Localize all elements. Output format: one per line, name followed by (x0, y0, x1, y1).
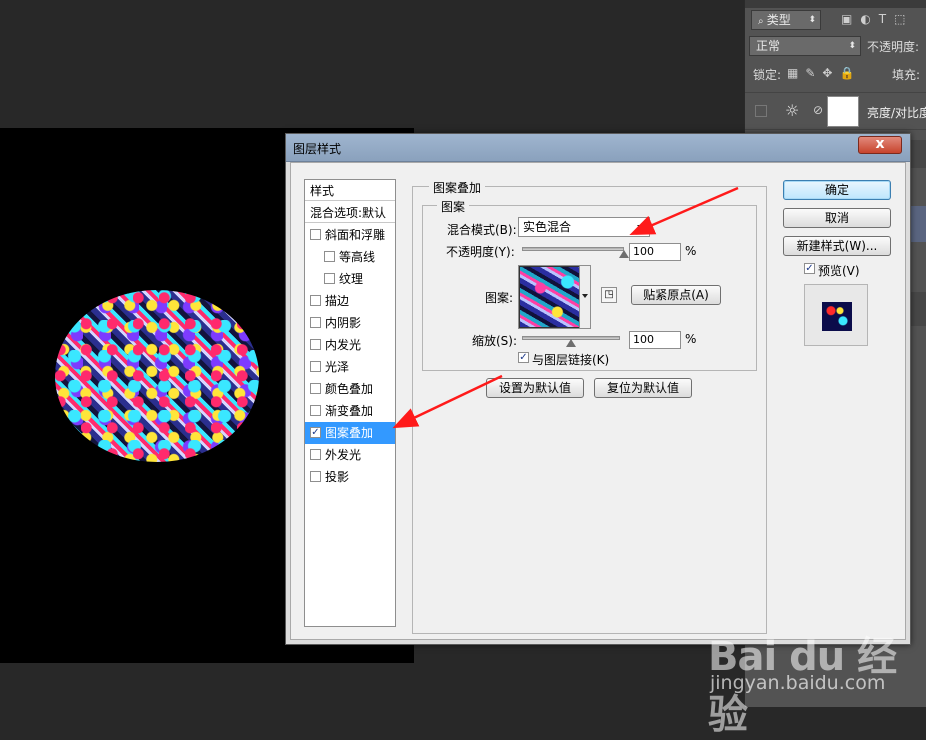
opacity-slider-thumb[interactable] (619, 250, 629, 259)
link-with-layer-label: 与图层链接(K) (532, 353, 610, 367)
style-preview (804, 284, 868, 346)
scale-slider-thumb[interactable] (566, 339, 576, 348)
opacity-input[interactable]: 100 (629, 243, 681, 261)
style-item-label: 光泽 (325, 360, 350, 374)
ok-button[interactable]: 确定 (783, 180, 891, 200)
style-item-label: 颜色叠加 (325, 382, 374, 396)
style-item-checkbox[interactable] (310, 295, 321, 306)
adjustment-sun-icon: ☼ (785, 101, 800, 120)
style-item-checkbox[interactable] (310, 405, 321, 416)
filter-icons[interactable]: ▣◐T⬚ (841, 12, 913, 26)
dialog-title: 图层样式 (293, 142, 342, 156)
preview-checkbox[interactable]: ✓ (804, 263, 815, 274)
link-with-layer-checkbox[interactable]: ✓ (518, 352, 529, 363)
style-preview-thumbnail (822, 302, 852, 331)
layer-row[interactable]: ☼ ⊘ 亮度/对比度 (745, 92, 926, 130)
style-item[interactable]: 内发光 (305, 334, 395, 356)
style-item[interactable]: 斜面和浮雕 (305, 224, 395, 246)
layer-style-dialog: 图层样式 x 样式 混合选项:默认 斜面和浮雕等高线纹理描边内阴影内发光光泽颜色… (285, 133, 911, 645)
snap-to-origin-button[interactable]: 贴紧原点(A) (631, 285, 721, 305)
dialog-body: 样式 混合选项:默认 斜面和浮雕等高线纹理描边内阴影内发光光泽颜色叠加渐变叠加 ✓… (290, 162, 906, 640)
style-item-checkbox[interactable] (324, 251, 335, 262)
scale-input[interactable]: 100 (629, 331, 681, 349)
opacity-label: 不透明度(Y): (446, 245, 515, 259)
visibility-toggle[interactable] (755, 105, 767, 117)
lock-icons[interactable]: ▦✎✥🔒 (787, 66, 861, 80)
style-item[interactable]: 光泽 (305, 356, 395, 378)
panel-tab-strip (745, 0, 926, 8)
subsection-title: 图案 (437, 198, 470, 215)
style-item-label: 纹理 (339, 272, 364, 286)
style-item[interactable]: 等高线 (305, 246, 395, 268)
blend-mode-label: 混合模式(B): (447, 223, 517, 237)
pattern-circle-shape (55, 290, 259, 462)
layer-name: 亮度/对比度 (867, 106, 926, 120)
style-item[interactable]: 内阴影 (305, 312, 395, 334)
close-icon: x (875, 136, 885, 152)
style-item-label: 描边 (325, 294, 350, 308)
style-item-checkbox[interactable] (310, 449, 321, 460)
lock-label: 锁定: (753, 68, 782, 82)
styles-list: 样式 混合选项:默认 斜面和浮雕等高线纹理描边内阴影内发光光泽颜色叠加渐变叠加 ✓… (304, 179, 396, 627)
style-item[interactable]: ✓ 图案叠加 (305, 422, 395, 444)
style-item-label: 内阴影 (325, 316, 362, 330)
chevron-down-icon: ⬍ (808, 15, 816, 25)
blend-options-item[interactable]: 混合选项:默认 (305, 202, 395, 223)
style-item-label: 斜面和浮雕 (325, 228, 386, 242)
style-item[interactable]: 渐变叠加 (305, 400, 395, 422)
blend-mode-select[interactable]: 正常 ⬍ (749, 36, 861, 56)
style-item-checkbox[interactable]: ✓ (310, 427, 321, 438)
layer-filter-select[interactable]: ⌕ 类型 ⬍ (751, 10, 821, 30)
cancel-button[interactable]: 取消 (783, 208, 891, 228)
checkmark-icon: ✓ (805, 263, 814, 274)
style-item-checkbox[interactable] (310, 361, 321, 372)
chevron-down-icon (637, 225, 645, 230)
layer-mask-thumbnail[interactable] (827, 96, 859, 127)
section-title: 图案叠加 (429, 179, 486, 196)
pattern-dropdown-toggle[interactable] (579, 265, 591, 329)
fill-label: 填充: (892, 68, 921, 82)
watermark-url: jingyan.baidu.com (710, 672, 886, 694)
style-item-checkbox[interactable] (310, 383, 321, 394)
reset-default-button[interactable]: 复位为默认值 (594, 378, 692, 398)
close-button[interactable]: x (858, 136, 902, 154)
opacity-label: 不透明度: (867, 40, 920, 54)
new-preset-icon[interactable]: ◳ (601, 287, 617, 303)
dialog-titlebar[interactable]: 图层样式 x (286, 134, 910, 162)
style-item-checkbox[interactable] (310, 339, 321, 350)
style-item-label: 外发光 (325, 448, 362, 462)
style-item-checkbox[interactable] (310, 317, 321, 328)
style-item-label: 图案叠加 (325, 426, 374, 440)
style-item[interactable]: 纹理 (305, 268, 395, 290)
checkmark-icon: ✓ (311, 427, 320, 438)
chevron-down-icon (582, 294, 588, 298)
style-item[interactable]: 投影 (305, 466, 395, 488)
style-item-label: 投影 (325, 470, 350, 484)
filter-search-icon: ⌕ (758, 16, 767, 27)
link-icon: ⊘ (813, 103, 824, 117)
style-item-checkbox[interactable] (324, 273, 335, 284)
baidu-watermark: Bai du 经验 jingyan.baidu.com (700, 610, 926, 738)
style-item[interactable]: 外发光 (305, 444, 395, 466)
style-item-label: 等高线 (339, 250, 376, 264)
blend-mode-dropdown[interactable]: 实色混合 (518, 217, 650, 237)
style-item-label: 内发光 (325, 338, 362, 352)
new-style-button[interactable]: 新建样式(W)... (783, 236, 891, 256)
style-item-checkbox[interactable] (310, 471, 321, 482)
style-item[interactable]: 颜色叠加 (305, 378, 395, 400)
style-item-checkbox[interactable] (310, 229, 321, 240)
opacity-percent: % (685, 244, 697, 258)
opacity-slider[interactable] (522, 247, 624, 251)
styles-header[interactable]: 样式 (305, 180, 395, 201)
scale-percent: % (685, 332, 697, 346)
style-item[interactable]: 描边 (305, 290, 395, 312)
style-item-label: 渐变叠加 (325, 404, 374, 418)
set-default-button[interactable]: 设置为默认值 (486, 378, 584, 398)
checkmark-icon: ✓ (519, 352, 528, 363)
chevron-down-icon: ⬍ (848, 41, 856, 51)
scale-label: 缩放(S): (472, 334, 518, 348)
preview-label: 预览(V) (818, 264, 860, 278)
pattern-label: 图案: (485, 291, 514, 305)
